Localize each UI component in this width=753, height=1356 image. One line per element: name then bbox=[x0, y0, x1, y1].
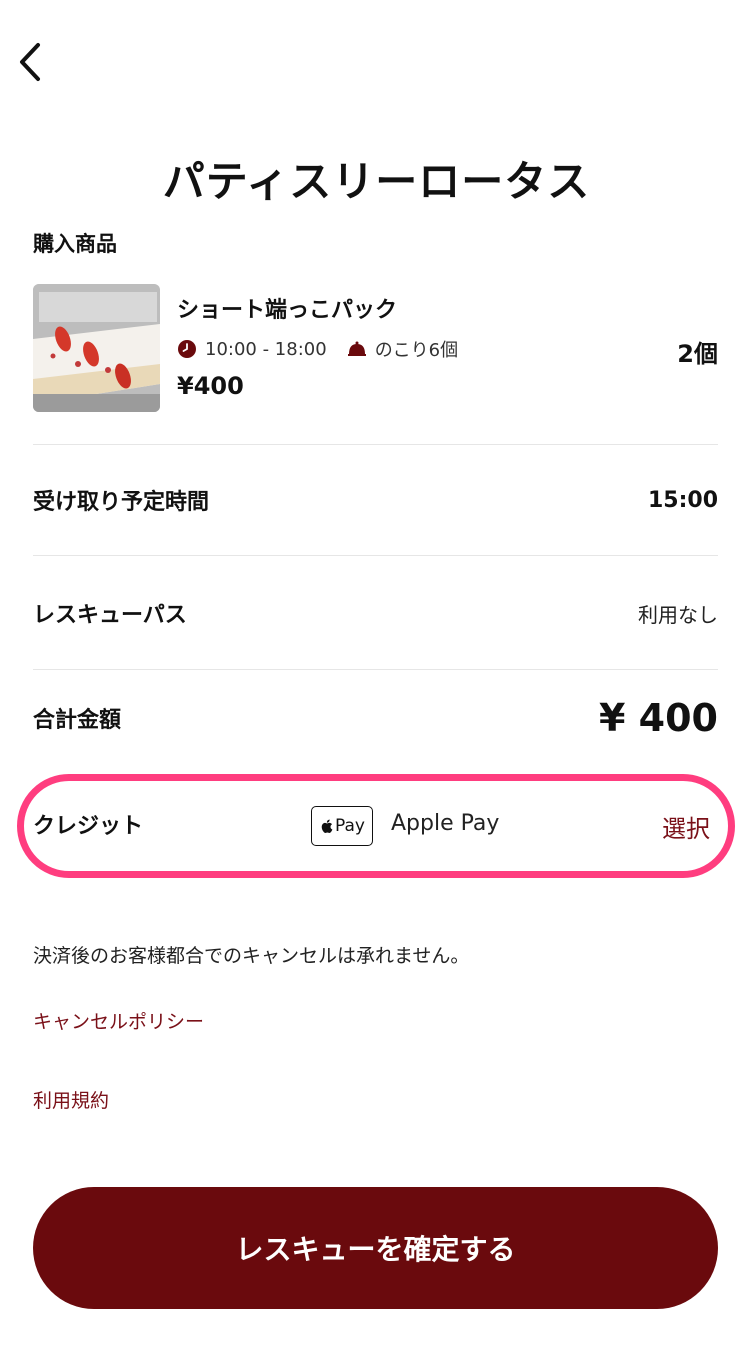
chevron-left-icon bbox=[20, 43, 40, 81]
clock-icon bbox=[177, 339, 197, 359]
rescue-pass-label: レスキューパス bbox=[33, 603, 187, 628]
cancel-policy-link[interactable]: キャンセルポリシー bbox=[33, 1007, 204, 1034]
confirm-rescue-button[interactable]: レスキューを確定する bbox=[33, 1187, 718, 1309]
cloche-icon bbox=[347, 339, 367, 359]
payment-method: Apple Pay bbox=[391, 811, 500, 836]
store-title: パティスリーロータス bbox=[162, 157, 591, 206]
pickup-time-value: 15:00 bbox=[647, 487, 718, 513]
divider bbox=[33, 669, 718, 670]
rescue-pass-row[interactable]: レスキューパス 利用なし bbox=[33, 597, 718, 629]
divider bbox=[33, 444, 718, 445]
product-remaining: のこり6個 bbox=[374, 340, 459, 361]
apple-pay-logo: Pay bbox=[311, 806, 373, 846]
apple-pay-logo-text: Pay bbox=[335, 816, 365, 836]
divider bbox=[33, 555, 718, 556]
terms-link[interactable]: 利用規約 bbox=[33, 1086, 109, 1113]
product-quantity: 2個 bbox=[677, 340, 718, 368]
purchase-section-label: 購入商品 bbox=[33, 232, 117, 256]
product-hours: 10:00 - 18:00 bbox=[205, 338, 327, 360]
total-row: 合計金額 ¥ 400 bbox=[33, 696, 718, 740]
product-price: ¥400 bbox=[177, 372, 244, 400]
total-value: ¥ 400 bbox=[599, 696, 718, 740]
total-label: 合計金額 bbox=[33, 708, 122, 733]
cancel-notice: 決済後のお客様都合でのキャンセルは承れません。 bbox=[33, 945, 470, 967]
apple-icon bbox=[321, 819, 333, 833]
rescue-pass-value: 利用なし bbox=[638, 602, 718, 627]
product-name: ショート端っこパック bbox=[177, 298, 398, 323]
pickup-time-label: 受け取り予定時間 bbox=[33, 490, 210, 515]
payment-select-button[interactable]: 選択 bbox=[662, 809, 710, 844]
pickup-time-row: 受け取り予定時間 15:00 bbox=[33, 484, 718, 516]
back-button[interactable] bbox=[12, 40, 48, 84]
product-image bbox=[33, 284, 160, 412]
payment-label: クレジット bbox=[33, 814, 144, 839]
product-item: ショート端っこパック 10:00 - 18:00 のこり6個 ¥400 2個 bbox=[33, 284, 718, 412]
product-meta: 10:00 - 18:00 のこり6個 bbox=[177, 336, 458, 362]
